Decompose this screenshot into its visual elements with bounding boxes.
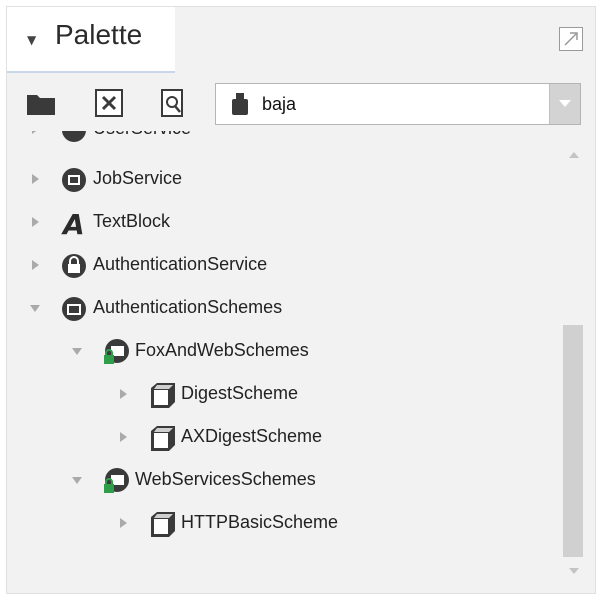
- tree-item-label: JobService: [93, 168, 183, 188]
- expand-arrow-icon[interactable]: [29, 173, 41, 185]
- expand-arrow-icon[interactable]: [117, 431, 129, 443]
- text-block-icon: A: [61, 208, 85, 238]
- tree-item-label: TextBlock: [93, 211, 171, 231]
- scroll-down-icon[interactable]: [569, 567, 579, 575]
- vertical-scrollbar[interactable]: [561, 137, 585, 587]
- palette-tree: UserService JobService A TextBlock: [7, 131, 557, 581]
- job-service-icon: [62, 168, 86, 192]
- svg-text:A: A: [61, 208, 85, 238]
- collapse-arrow-icon[interactable]: [29, 302, 41, 314]
- scroll-up-icon[interactable]: [569, 151, 579, 159]
- expand-arrow-icon[interactable]: [117, 388, 129, 400]
- folder-icon: [62, 297, 86, 321]
- expand-arrow-icon[interactable]: [29, 131, 41, 135]
- expand-arrow-icon[interactable]: [117, 517, 129, 529]
- selected-palette-value: baja: [262, 94, 297, 114]
- chevron-down-icon: [559, 100, 571, 107]
- tree-item-label: AuthenticationService: [93, 254, 268, 274]
- tree-item-label: UserService: [93, 131, 191, 139]
- component-icon: [151, 383, 175, 408]
- expand-arrow-icon[interactable]: [29, 259, 41, 271]
- secure-folder-icon: [104, 339, 129, 364]
- find-button[interactable]: [157, 87, 189, 119]
- user-service-icon: [62, 131, 86, 142]
- tree-item-label: DigestScheme: [181, 383, 299, 403]
- find-icon: [161, 89, 183, 117]
- maximize-icon: [564, 32, 578, 46]
- maximize-button[interactable]: [559, 27, 583, 51]
- tree-item-label: AXDigestScheme: [181, 426, 323, 446]
- palette-tab[interactable]: ▼ Palette: [7, 7, 175, 73]
- panel-title: Palette: [55, 19, 143, 50]
- scrollbar-thumb[interactable]: [563, 325, 583, 557]
- collapse-arrow-icon[interactable]: [71, 345, 83, 357]
- open-folder-button[interactable]: [25, 87, 57, 119]
- palette-panel: ▼ Palette baja JobService A TextBlock Au…: [6, 6, 596, 594]
- component-icon: [151, 512, 175, 537]
- palette-select[interactable]: baja: [215, 83, 581, 125]
- folder-icon: [27, 95, 55, 115]
- tree-item-label: AuthenticationSchemes: [93, 297, 283, 317]
- collapse-arrow-icon[interactable]: ▼: [27, 33, 36, 47]
- close-palette-button[interactable]: [93, 87, 125, 119]
- tree-item-label: WebServicesSchemes: [135, 469, 316, 489]
- secure-folder-icon: [104, 468, 129, 493]
- dropdown-button[interactable]: [549, 84, 580, 124]
- toolbar: baja: [7, 73, 595, 133]
- collapse-arrow-icon[interactable]: [71, 474, 83, 486]
- lock-icon: [62, 254, 86, 278]
- expand-arrow-icon[interactable]: [29, 216, 41, 228]
- tree-item-label: FoxAndWebSchemes: [135, 340, 309, 360]
- tree-item-label: HTTPBasicScheme: [181, 512, 339, 532]
- component-icon: [151, 426, 175, 451]
- module-jar-icon: [230, 92, 250, 120]
- close-icon: [95, 89, 123, 117]
